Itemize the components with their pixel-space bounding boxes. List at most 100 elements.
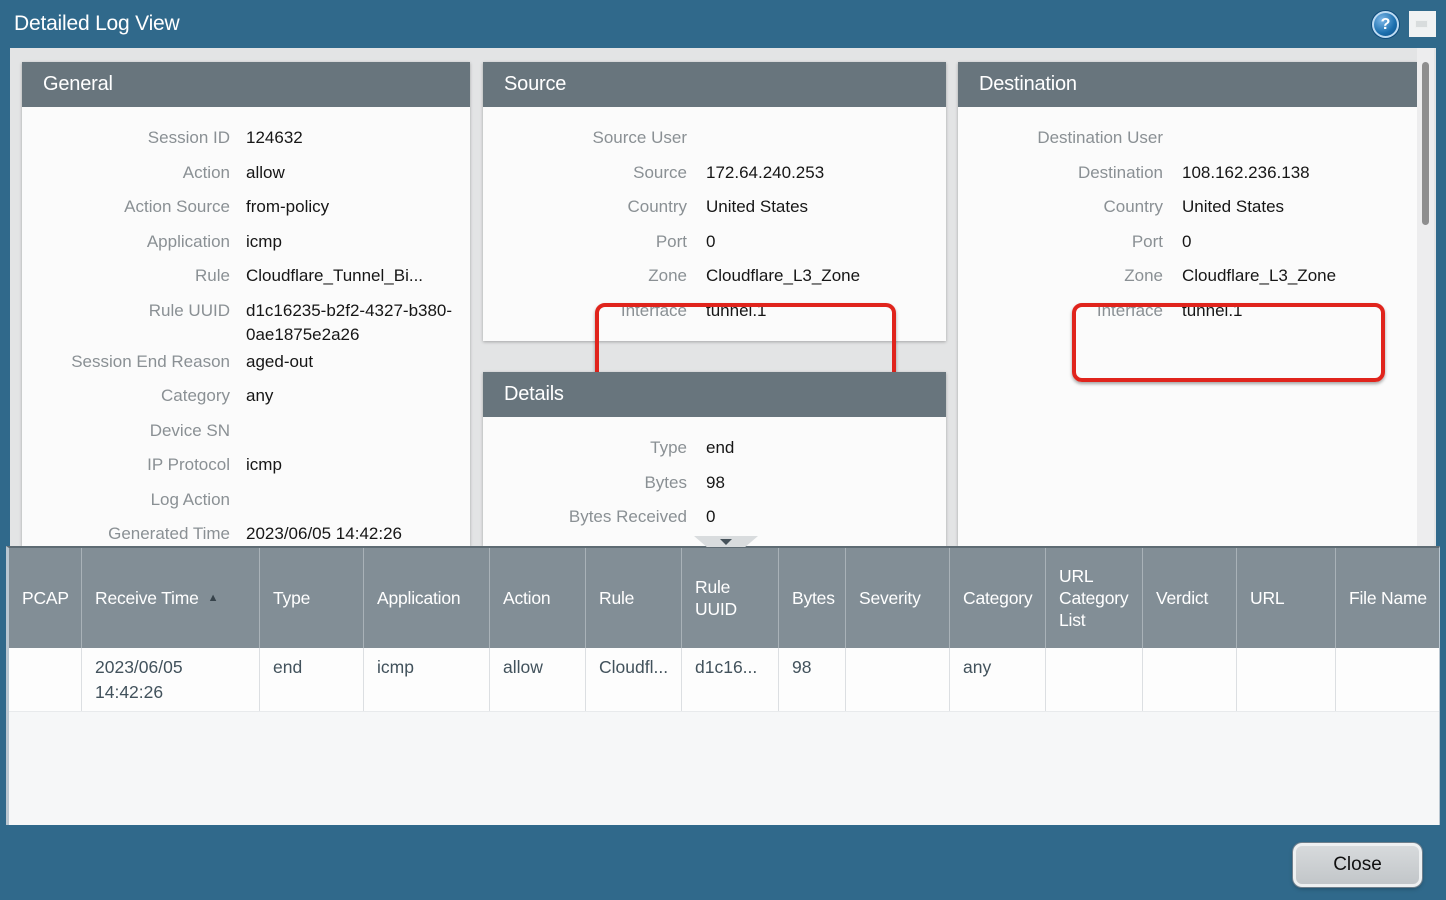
details-panel-body: TypeendBytes98Bytes Received0	[483, 417, 946, 546]
cell-application: icmp	[363, 648, 489, 711]
field-label: Application	[22, 227, 230, 262]
field-row-generated-time: Generated Time2023/06/05 14:42:26	[22, 519, 470, 546]
field-label: Action Source	[22, 192, 230, 227]
field-row-destination-user: Destination User	[958, 123, 1417, 158]
column-header-action[interactable]: Action	[489, 548, 585, 648]
field-row-device-sn: Device SN	[22, 416, 470, 451]
field-label: IP Protocol	[22, 450, 230, 485]
field-label: Source	[483, 158, 687, 193]
detailed-log-view-dialog: Detailed Log View ? General Session ID 12…	[0, 0, 1446, 900]
field-row-interface: Interface tunnel.1	[483, 296, 946, 331]
cell-category: any	[949, 648, 1045, 711]
field-label: Country	[483, 192, 687, 227]
cell-url	[1236, 648, 1335, 711]
field-value	[246, 416, 460, 451]
field-label: Interface	[958, 296, 1163, 331]
field-label: Interface	[483, 296, 687, 331]
destination-panel-body: Destination UserDestination108.162.236.1…	[958, 107, 1417, 546]
cell-url-category-list	[1045, 648, 1142, 711]
field-value: United States	[706, 192, 931, 227]
field-label: Rule UUID	[22, 296, 230, 347]
general-panel-title: General	[22, 62, 470, 107]
field-value: 0	[706, 227, 931, 262]
details-panel-title: Details	[483, 372, 946, 417]
column-header-severity[interactable]: Severity	[845, 548, 949, 648]
column-header-pcap[interactable]: PCAP	[9, 548, 81, 648]
cell-bytes: 98	[778, 648, 845, 711]
field-value: 108.162.236.138	[1182, 158, 1407, 193]
field-value: Cloudflare_L3_Zone	[706, 261, 931, 296]
column-header-verdict[interactable]: Verdict	[1142, 548, 1236, 648]
table-row[interactable]: 2023/06/05 14:42:26endicmpallowCloudfl..…	[9, 648, 1439, 712]
field-row-ip-protocol: IP Protocolicmp	[22, 450, 470, 485]
log-table-header-row: PCAP Receive Time ▲ Type ApplicationAction Ru…	[9, 548, 1439, 648]
field-value: allow	[246, 158, 460, 193]
field-row-port: Port0	[958, 227, 1417, 262]
column-header-url-category-list[interactable]: URL Category List	[1045, 548, 1142, 648]
field-label: Zone	[483, 261, 687, 296]
details-panel: Details TypeendBytes98Bytes Received0	[483, 372, 946, 546]
field-label: Destination User	[958, 123, 1163, 158]
column-header-rule-uuid[interactable]: Rule UUID	[681, 548, 778, 648]
log-table: PCAP Receive Time ▲ Type ApplicationAction Ru…	[6, 546, 1440, 825]
column-header-application[interactable]: Application	[363, 548, 489, 648]
cell-action: allow	[489, 648, 585, 711]
sort-ascending-icon: ▲	[208, 587, 219, 609]
column-header-label: Rule	[599, 587, 634, 609]
field-value: 124632	[246, 123, 460, 158]
column-header-label: Type	[273, 587, 310, 609]
field-value: end	[706, 433, 931, 468]
column-header-category[interactable]: Category	[949, 548, 1045, 648]
field-row-bytes: Bytes98	[483, 468, 946, 503]
maximize-icon[interactable]	[1409, 11, 1436, 37]
column-header-receive-time[interactable]: Receive Time ▲	[81, 548, 259, 648]
column-header-type[interactable]: Type	[259, 548, 363, 648]
field-value: tunnel.1	[1182, 296, 1407, 331]
field-row-rule: RuleCloudflare_Tunnel_Bi...	[22, 261, 470, 296]
destination-panel-title: Destination	[958, 62, 1417, 107]
field-value: from-policy	[246, 192, 460, 227]
cell-severity	[845, 648, 949, 711]
column-header-label: Category	[963, 587, 1032, 609]
column-header-rule[interactable]: Rule	[585, 548, 681, 648]
cell-rule-uuid: d1c16...	[681, 648, 778, 711]
field-row-destination: Destination108.162.236.138	[958, 158, 1417, 193]
field-label: Country	[958, 192, 1163, 227]
cell-rule: Cloudfl...	[585, 648, 681, 711]
field-value: 0	[1182, 227, 1407, 262]
field-row-action-source: Action Source from-policy	[22, 192, 470, 227]
field-label: Type	[483, 433, 687, 468]
scrollbar-thumb[interactable]	[1422, 62, 1429, 225]
field-value: any	[246, 381, 460, 416]
field-value: tunnel.1	[706, 296, 931, 331]
field-value: icmp	[246, 227, 460, 262]
field-label: Session ID	[22, 123, 230, 158]
field-row-source: Source172.64.240.253	[483, 158, 946, 193]
column-header-label: Receive Time	[95, 587, 199, 609]
field-label: Port	[483, 227, 687, 262]
column-header-url[interactable]: URL	[1236, 548, 1335, 648]
vertical-scrollbar[interactable]	[1417, 48, 1434, 546]
cell-receive-time: 2023/06/05 14:42:26	[81, 648, 259, 711]
field-value	[246, 485, 460, 520]
destination-panel: Destination Destination UserDestination1…	[958, 62, 1417, 546]
close-button[interactable]: Close	[1293, 843, 1422, 887]
field-label: Source User	[483, 123, 687, 158]
general-panel: General Session ID124632ActionallowActio…	[22, 62, 470, 546]
column-header-bytes[interactable]: Bytes	[778, 548, 845, 648]
field-label: Rule	[22, 261, 230, 296]
field-row-session-id: Session ID 124632	[22, 123, 470, 158]
field-row-port: Port 0	[483, 227, 946, 262]
field-label: Log Action	[22, 485, 230, 520]
help-icon[interactable]: ?	[1372, 11, 1399, 38]
field-row-rule-uuid: Rule UUIDd1c16235-b2f2-4327-b380-0ae1875…	[22, 296, 470, 347]
column-header-file-name[interactable]: File Name	[1335, 548, 1439, 648]
titlebar: Detailed Log View ?	[0, 0, 1446, 48]
column-header-label: Severity	[859, 587, 921, 609]
cell-pcap	[9, 648, 81, 711]
dialog-title: Detailed Log View	[14, 0, 180, 48]
field-value: Cloudflare_L3_Zone	[1182, 261, 1407, 296]
field-row-type: Typeend	[483, 433, 946, 468]
chevron-down-icon	[720, 539, 732, 545]
source-panel: Source Source UserSource172.64.240.253Co…	[483, 62, 946, 341]
